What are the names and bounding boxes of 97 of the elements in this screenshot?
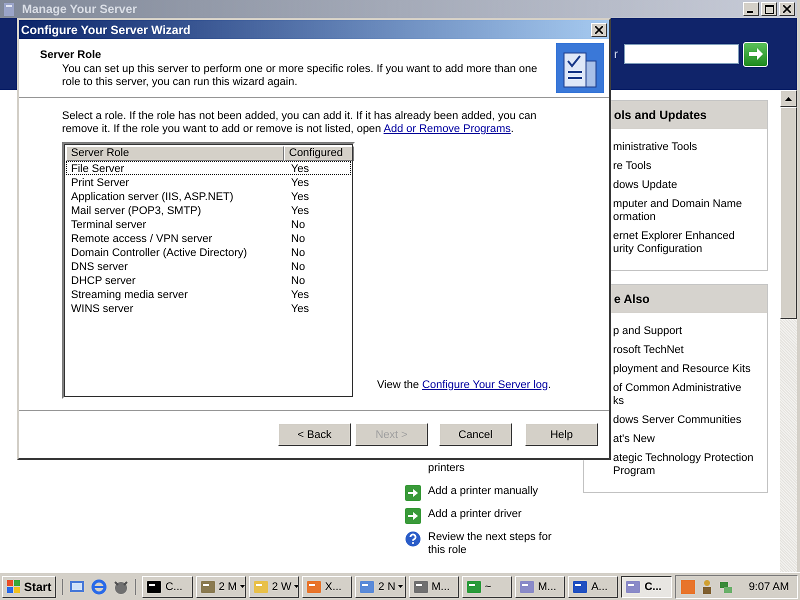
panel-link[interactable]: at's New: [613, 433, 765, 446]
page-description: You can set up this server to perform one or more specific roles. If you want to add more than one role to this server, you can run this wizard again.: [61, 63, 538, 89]
role-name: Mail server (POP3, SMTP): [70, 204, 202, 216]
role-row[interactable]: WINS server Yes: [66, 301, 351, 315]
scrollbar[interactable]: [780, 90, 797, 572]
panel-link[interactable]: of Common Administrative ks: [613, 382, 765, 408]
log-link[interactable]: Configure Your Server log: [422, 379, 548, 391]
wizard-button[interactable]: Cancel: [439, 423, 512, 446]
browser-icon[interactable]: [91, 578, 108, 594]
configured-status: Yes: [290, 302, 310, 314]
role-row[interactable]: Terminal server No: [66, 217, 351, 231]
search-field[interactable]: [624, 44, 739, 64]
role-row[interactable]: DHCP server No: [66, 273, 351, 287]
help-icon: [405, 531, 421, 547]
role-row[interactable]: Remote access / VPN server No: [66, 231, 351, 245]
configured-status: Yes: [290, 190, 310, 202]
taskbar-button[interactable]: 2 M: [196, 576, 246, 598]
dialog-title: Configure Your Server Wizard: [21, 22, 190, 36]
role-row[interactable]: Domain Controller (Active Directory) No: [66, 245, 351, 259]
role-name: File Server: [70, 162, 126, 174]
search-label: r: [614, 47, 618, 61]
role-row[interactable]: Print Server Yes: [66, 175, 351, 189]
taskbar-button[interactable]: C...: [621, 576, 672, 598]
taskbar-button[interactable]: M...: [514, 576, 566, 598]
task-link[interactable]: printers: [428, 462, 465, 475]
programs-link[interactable]: Add or Remove Programs: [384, 123, 511, 135]
go-button[interactable]: [743, 42, 768, 66]
window-title: Manage Your Server: [22, 2, 138, 16]
wizard-button[interactable]: Help: [525, 423, 598, 446]
role-list[interactable]: [62, 142, 355, 399]
configured-status: No: [290, 260, 306, 272]
taskbar-button[interactable]: 2 N: [355, 576, 406, 598]
column-header[interactable]: Configured: [284, 146, 354, 161]
close-button[interactable]: [779, 2, 795, 16]
taskbar-button[interactable]: A...: [568, 576, 618, 598]
panel-link[interactable]: re Tools: [613, 160, 765, 173]
section-title: ols and Updates: [614, 108, 707, 122]
task-link[interactable]: Add a printer driver: [428, 508, 522, 521]
scroll-thumb[interactable]: [780, 107, 797, 319]
maximize-button[interactable]: [761, 2, 777, 16]
role-name: Domain Controller (Active Directory): [70, 246, 248, 258]
role-row[interactable]: Streaming media server Yes: [66, 287, 351, 301]
desktop-icon[interactable]: [69, 578, 86, 594]
configured-status: No: [290, 232, 306, 244]
panel-link[interactable]: ployment and Resource Kits: [613, 363, 765, 376]
configured-status: No: [290, 218, 306, 230]
role-name: Application server (IIS, ASP.NET): [70, 190, 234, 202]
clock: 9:07 AM: [748, 580, 790, 592]
panel-link[interactable]: p and Support: [613, 325, 765, 338]
configured-status: No: [290, 246, 306, 258]
panel-link[interactable]: ministrative Tools: [613, 141, 765, 154]
role-name: Print Server: [70, 176, 130, 188]
maximize-icon: [764, 4, 774, 14]
role-name: DNS server: [70, 260, 129, 272]
taskbar-button[interactable]: C...: [142, 576, 193, 598]
close-icon: [595, 26, 603, 34]
configured-status: Yes: [290, 176, 310, 188]
minimize-button[interactable]: [743, 2, 759, 16]
configured-status: Yes: [290, 162, 310, 174]
start-button[interactable]: Start: [2, 576, 56, 598]
role-row[interactable]: Application server (IIS, ASP.NET) Yes: [66, 189, 351, 203]
panel-link[interactable]: dows Server Communities: [613, 414, 765, 427]
windows-logo-icon: [7, 580, 21, 593]
column-header[interactable]: Server Role: [66, 146, 284, 161]
panel-link[interactable]: dows Update: [613, 179, 765, 192]
task-link[interactable]: Add a printer manually: [428, 485, 538, 498]
configured-status: Yes: [290, 288, 310, 300]
page-heading: Server Role: [40, 49, 102, 61]
role-name: Terminal server: [70, 218, 148, 230]
role-name: DHCP server: [70, 274, 137, 286]
taskbar-button[interactable]: M...: [408, 576, 459, 598]
taskbar-button[interactable]: 2 W: [248, 576, 300, 598]
taskbar-button[interactable]: ~: [462, 576, 512, 598]
log-text: View the Configure Your Server log.: [377, 379, 552, 391]
panel-link[interactable]: ernet Explorer Enhanced urity Configuration: [613, 230, 765, 256]
role-name: WINS server: [70, 302, 134, 314]
close-button[interactable]: [591, 22, 607, 36]
configured-status: Yes: [290, 204, 310, 216]
scroll-up-button[interactable]: [780, 90, 797, 107]
arrow-icon: [748, 47, 764, 61]
role-name: Remote access / VPN server: [70, 232, 214, 244]
task-link[interactable]: Review the next steps for this role: [428, 531, 552, 557]
panel-link[interactable]: rosoft TechNet: [613, 344, 765, 357]
instruction-text: Select a role. If the role has not been added, you can add it. If it has already been added, you can remove it. If the role you want to add or remove is not listed, open Add or Remove Programs.: [62, 110, 538, 136]
up-arrow-icon: [785, 96, 792, 100]
panel-link[interactable]: mputer and Domain Name ormation: [613, 198, 765, 224]
role-row[interactable]: Mail server (POP3, SMTP) Yes: [66, 203, 351, 217]
role-row[interactable]: File Server Yes: [66, 161, 351, 175]
taskbar-button[interactable]: X...: [302, 576, 352, 598]
close-icon: [783, 5, 791, 13]
configured-status: No: [290, 274, 306, 286]
panel-link[interactable]: ategic Technology Protection Program: [613, 452, 765, 478]
wizard-button[interactable]: < Back: [278, 423, 351, 446]
role-name: Streaming media server: [70, 288, 189, 300]
section-title: e Also: [614, 292, 650, 306]
checklist-icon: [556, 43, 604, 93]
role-row[interactable]: DNS server No: [66, 259, 351, 273]
